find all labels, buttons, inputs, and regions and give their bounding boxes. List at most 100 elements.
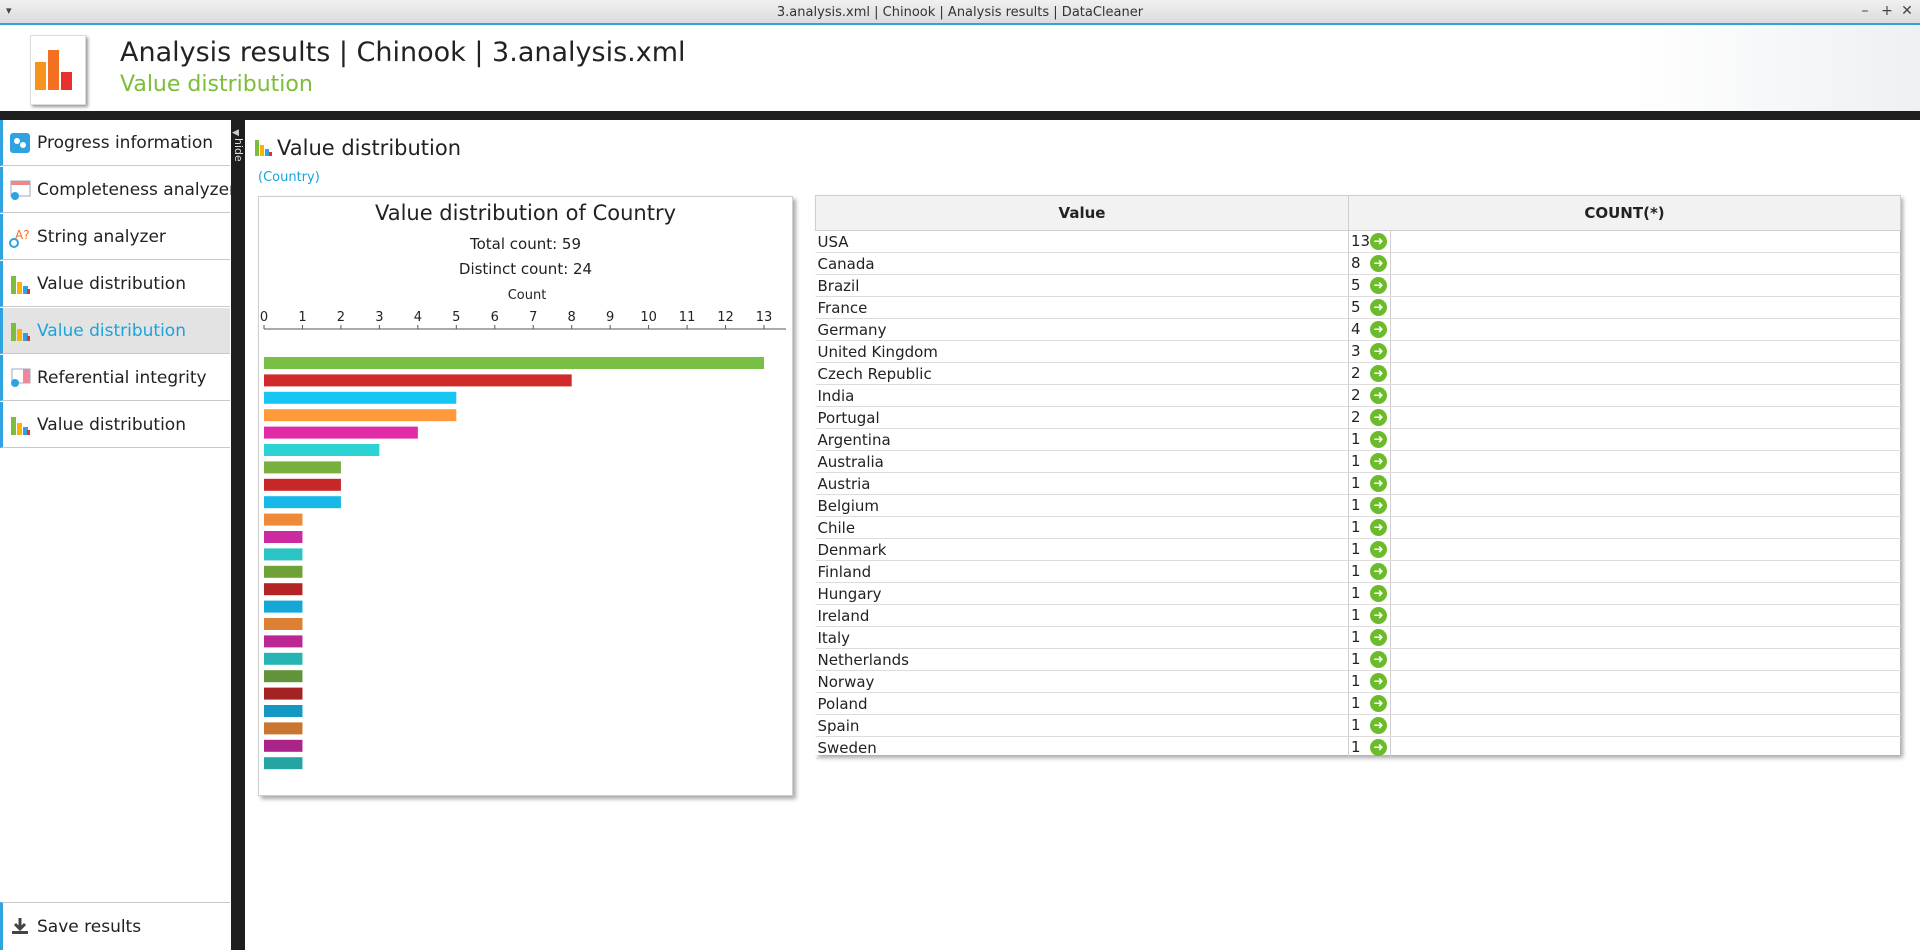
drill-to-detail-icon[interactable]: ➜ xyxy=(1370,409,1387,426)
value-cell: Czech Republic xyxy=(815,362,1349,385)
drill-to-detail-icon[interactable]: ➜ xyxy=(1370,717,1387,734)
drill-to-detail-icon[interactable]: ➜ xyxy=(1370,387,1387,404)
count-box: 1 ➜ xyxy=(1351,715,1391,736)
value-cell: France xyxy=(815,296,1349,319)
value-cell: Germany xyxy=(815,318,1349,341)
sidebar-item-referential-integrity[interactable]: Referential integrity xyxy=(0,355,230,401)
close-icon[interactable]: ✕ xyxy=(1898,3,1916,19)
minimize-icon[interactable]: – xyxy=(1856,3,1874,19)
count-cell: 1 ➜ xyxy=(1348,736,1901,759)
value-cell: Norway xyxy=(815,670,1349,693)
drill-to-detail-icon[interactable]: ➜ xyxy=(1370,277,1387,294)
count-cell: 1 ➜ xyxy=(1348,538,1901,561)
sidebar-item-value-distribution-1[interactable]: Value distribution xyxy=(0,261,230,307)
maximize-icon[interactable]: + xyxy=(1878,3,1896,19)
count-box: 1 ➜ xyxy=(1351,693,1391,714)
drill-to-detail-icon[interactable]: ➜ xyxy=(1370,321,1387,338)
drill-to-detail-icon[interactable]: ➜ xyxy=(1370,453,1387,470)
page-subtitle: Value distribution xyxy=(120,72,313,97)
drill-to-detail-icon[interactable]: ➜ xyxy=(1370,255,1387,272)
drill-to-detail-icon[interactable]: ➜ xyxy=(1370,233,1387,250)
column-header-count[interactable]: COUNT(*) xyxy=(1348,195,1901,231)
count-box: 1 ➜ xyxy=(1351,539,1391,560)
bar-germany xyxy=(264,426,418,439)
value-distribution-icon xyxy=(255,140,272,156)
count-value: 1 xyxy=(1351,606,1361,624)
count-box: 1 ➜ xyxy=(1351,561,1391,582)
count-box: 1 ➜ xyxy=(1351,495,1391,516)
drill-to-detail-icon[interactable]: ➜ xyxy=(1370,497,1387,514)
column-link[interactable]: (Country) xyxy=(258,170,320,185)
count-cell: 8 ➜ xyxy=(1348,252,1901,275)
count-cell: 1 ➜ xyxy=(1348,626,1901,649)
bar-austria xyxy=(264,548,303,561)
sidebar-item-string-analyzer[interactable]: A? String analyzer xyxy=(0,214,230,260)
bar-czech-republic xyxy=(264,461,341,474)
string-analyzer-icon: A? xyxy=(9,228,30,248)
drill-to-detail-icon[interactable]: ➜ xyxy=(1370,651,1387,668)
drill-to-detail-icon[interactable]: ➜ xyxy=(1370,299,1387,316)
app-header: Analysis results | Chinook | 3.analysis.… xyxy=(0,25,1920,120)
count-cell: 1 ➜ xyxy=(1348,648,1901,671)
count-value: 1 xyxy=(1351,540,1361,558)
referential-integrity-icon xyxy=(11,368,31,387)
x-tick-label: 6 xyxy=(491,310,499,325)
sidebar-item-value-distribution-3[interactable]: Value distribution xyxy=(0,402,230,448)
count-cell: 2 ➜ xyxy=(1348,406,1901,429)
drill-to-detail-icon[interactable]: ➜ xyxy=(1370,475,1387,492)
value-cell: Finland xyxy=(815,560,1349,583)
drill-to-detail-icon[interactable]: ➜ xyxy=(1370,431,1387,448)
sidebar-item-value-distribution-2[interactable]: Value distribution xyxy=(0,308,230,354)
count-value: 5 xyxy=(1351,298,1361,316)
bar-portugal xyxy=(264,496,341,509)
save-results-button[interactable]: Save results xyxy=(0,902,230,950)
count-cell: 1 ➜ xyxy=(1348,692,1901,715)
count-cell: 1 ➜ xyxy=(1348,714,1901,737)
value-distribution-icon xyxy=(11,323,30,341)
table-row: Germany 4 ➜ xyxy=(815,318,1901,341)
drill-to-detail-icon[interactable]: ➜ xyxy=(1370,695,1387,712)
count-value: 13 xyxy=(1351,232,1371,250)
sidebar-item-progress-information[interactable]: Progress information xyxy=(0,120,230,166)
table-row: Czech Republic 2 ➜ xyxy=(815,362,1901,385)
drill-to-detail-icon[interactable]: ➜ xyxy=(1370,673,1387,690)
bar-italy xyxy=(264,670,303,683)
value-cell: India xyxy=(815,384,1349,407)
count-cell: 2 ➜ xyxy=(1348,384,1901,407)
x-tick-label: 8 xyxy=(568,310,576,325)
x-tick-label: 13 xyxy=(756,310,773,325)
table-row: Poland 1 ➜ xyxy=(815,692,1901,715)
x-tick-label: 10 xyxy=(640,310,657,325)
count-box: 1 ➜ xyxy=(1351,429,1391,450)
window-titlebar: ▾ 3.analysis.xml | Chinook | Analysis re… xyxy=(0,0,1920,25)
table-row: Netherlands 1 ➜ xyxy=(815,648,1901,671)
drill-to-detail-icon[interactable]: ➜ xyxy=(1370,739,1387,756)
drill-to-detail-icon[interactable]: ➜ xyxy=(1370,607,1387,624)
drill-to-detail-icon[interactable]: ➜ xyxy=(1370,343,1387,360)
table-row: Belgium 1 ➜ xyxy=(815,494,1901,517)
table-row: Norway 1 ➜ xyxy=(815,670,1901,693)
drill-to-detail-icon[interactable]: ➜ xyxy=(1370,541,1387,558)
x-tick-label: 0 xyxy=(260,310,268,325)
window-title: 3.analysis.xml | Chinook | Analysis resu… xyxy=(776,5,1144,20)
bar-belgium xyxy=(264,565,303,578)
drill-to-detail-icon[interactable]: ➜ xyxy=(1370,365,1387,382)
count-box: 3 ➜ xyxy=(1351,341,1391,362)
bar-hungary xyxy=(264,635,303,648)
bar-usa xyxy=(264,357,764,369)
count-cell: 5 ➜ xyxy=(1348,274,1901,297)
drill-to-detail-icon[interactable]: ➜ xyxy=(1370,519,1387,536)
drill-to-detail-icon[interactable]: ➜ xyxy=(1370,563,1387,580)
sidebar-item-label: Referential integrity xyxy=(37,368,207,388)
column-header-value[interactable]: Value xyxy=(815,195,1349,231)
table-row: Denmark 1 ➜ xyxy=(815,538,1901,561)
count-box: 5 ➜ xyxy=(1351,275,1391,296)
count-cell: 2 ➜ xyxy=(1348,362,1901,385)
value-cell: Australia xyxy=(815,450,1349,473)
bar-france xyxy=(264,409,457,422)
sidebar-item-completeness-analyzer[interactable]: Completeness analyzer xyxy=(0,167,236,213)
hide-sidebar-toggle[interactable]: ◀ hide xyxy=(232,128,245,162)
drill-to-detail-icon[interactable]: ➜ xyxy=(1370,629,1387,646)
drill-to-detail-icon[interactable]: ➜ xyxy=(1370,585,1387,602)
count-value: 1 xyxy=(1351,452,1361,470)
